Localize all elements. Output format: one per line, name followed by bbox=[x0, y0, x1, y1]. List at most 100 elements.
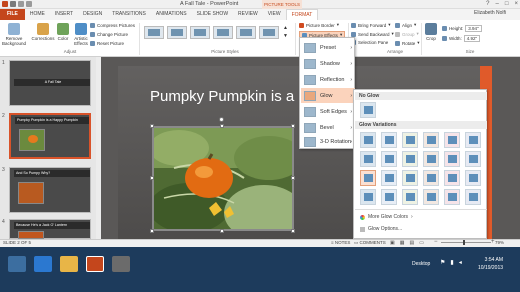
picture-border-button[interactable]: Picture Border ▾ bbox=[299, 22, 339, 28]
menu-item-reflection[interactable]: Reflection › bbox=[301, 72, 355, 87]
corrections-button[interactable]: Corrections bbox=[31, 23, 55, 41]
glow-options[interactable]: Glow Options... bbox=[360, 226, 402, 232]
send-backward-button[interactable]: Send Backward ▾ bbox=[351, 31, 394, 37]
slide-count[interactable]: SLIDE 2 OF 5 bbox=[3, 240, 31, 245]
tab-insert[interactable]: INSERT bbox=[50, 9, 78, 20]
resize-handle[interactable] bbox=[150, 229, 154, 233]
slide-title[interactable]: Pumpky Pumpkin is a Ha bbox=[150, 88, 318, 105]
slide-thumbnail-2[interactable]: Pumpky Pumpkin is a Happy Pumpkin bbox=[9, 113, 91, 159]
glow-variation-option[interactable] bbox=[423, 189, 439, 205]
selected-picture[interactable] bbox=[152, 126, 294, 231]
tab-home[interactable]: HOME bbox=[25, 9, 50, 20]
align-button[interactable]: Align ▾ bbox=[395, 22, 416, 28]
glow-variation-option[interactable] bbox=[402, 151, 418, 167]
glow-variation-option[interactable] bbox=[423, 132, 439, 148]
zoom-in-icon[interactable]: + bbox=[491, 239, 495, 245]
picture-style-option[interactable] bbox=[167, 26, 187, 39]
group-button[interactable]: Group ▾ bbox=[395, 31, 419, 37]
artistic-effects-button[interactable]: Artistic Effects bbox=[72, 23, 90, 46]
glow-variation-option[interactable] bbox=[360, 151, 376, 167]
width-input[interactable]: 4.92" bbox=[463, 35, 481, 42]
glow-variation-option[interactable] bbox=[465, 170, 481, 186]
start-icon[interactable] bbox=[8, 256, 26, 272]
save-icon[interactable] bbox=[10, 1, 16, 7]
glow-variation-option[interactable] bbox=[423, 170, 439, 186]
powerpoint-taskbar-icon[interactable] bbox=[86, 256, 104, 272]
menu-item-soft-edges[interactable]: Soft Edges › bbox=[301, 104, 355, 119]
help-icon[interactable]: ? bbox=[486, 0, 489, 9]
no-glow-option[interactable] bbox=[360, 102, 376, 118]
compress-pictures-button[interactable]: Compress Pictures bbox=[90, 23, 135, 28]
glow-variation-option[interactable] bbox=[465, 151, 481, 167]
tab-file[interactable]: FILE bbox=[0, 9, 25, 20]
file-explorer-icon[interactable] bbox=[60, 256, 78, 272]
glow-variation-option[interactable] bbox=[423, 151, 439, 167]
tab-design[interactable]: DESIGN bbox=[78, 9, 107, 20]
desktop-toolbar[interactable]: Desktop bbox=[412, 261, 430, 267]
reset-picture-button[interactable]: Reset Picture bbox=[90, 41, 124, 46]
tab-format[interactable]: FORMAT bbox=[285, 8, 319, 21]
close-icon[interactable]: × bbox=[514, 0, 518, 9]
picture-style-option[interactable] bbox=[190, 26, 210, 39]
maximize-icon[interactable]: □ bbox=[505, 0, 509, 9]
menu-item-shadow[interactable]: Shadow › bbox=[301, 56, 355, 71]
zoom-slider-thumb[interactable] bbox=[463, 240, 465, 245]
resize-handle[interactable] bbox=[291, 176, 295, 180]
rotate-button[interactable]: Rotate ▾ bbox=[395, 40, 420, 46]
camtasia-icon[interactable] bbox=[112, 256, 130, 272]
slide-thumbnail-4[interactable]: Because He's a Jack O' Lantern bbox=[9, 219, 91, 239]
network-icon[interactable]: ▮ bbox=[450, 259, 453, 266]
clock[interactable]: 3:54 AM 10/19/2013 bbox=[478, 256, 503, 272]
glow-variation-option[interactable] bbox=[360, 189, 376, 205]
glow-variation-option[interactable] bbox=[444, 170, 460, 186]
resize-handle[interactable] bbox=[291, 229, 295, 233]
glow-variation-option[interactable] bbox=[381, 189, 397, 205]
resize-handle[interactable] bbox=[291, 124, 295, 128]
picture-style-option[interactable] bbox=[144, 26, 164, 39]
picture-style-option[interactable] bbox=[213, 26, 233, 39]
height-input[interactable]: 3.94" bbox=[465, 25, 482, 32]
rotate-handle[interactable] bbox=[219, 117, 224, 122]
glow-variation-option[interactable] bbox=[444, 189, 460, 205]
glow-variation-option[interactable] bbox=[402, 132, 418, 148]
resize-handle[interactable] bbox=[220, 124, 224, 128]
zoom-out-icon[interactable]: − bbox=[434, 239, 438, 245]
tab-view[interactable]: VIEW bbox=[263, 9, 286, 20]
glow-variation-option[interactable] bbox=[381, 132, 397, 148]
normal-view-icon[interactable]: ▣ bbox=[390, 240, 395, 246]
styles-scroll-up[interactable]: ▲ bbox=[283, 25, 288, 31]
zoom-slider[interactable] bbox=[441, 242, 491, 243]
glow-variation-option[interactable] bbox=[381, 170, 397, 186]
tab-review[interactable]: REVIEW bbox=[233, 9, 263, 20]
resize-handle[interactable] bbox=[150, 124, 154, 128]
glow-variation-option[interactable] bbox=[465, 132, 481, 148]
menu-item-bevel[interactable]: Bevel › bbox=[301, 120, 355, 135]
remove-background-button[interactable]: Remove Background bbox=[2, 23, 26, 46]
glow-variation-option[interactable] bbox=[465, 189, 481, 205]
redo-icon[interactable] bbox=[26, 1, 32, 7]
picture-style-option[interactable] bbox=[259, 26, 279, 39]
slide-thumbnail-3[interactable]: And So Pumpy Why? bbox=[9, 167, 91, 213]
undo-icon[interactable] bbox=[18, 1, 24, 7]
glow-variation-option[interactable] bbox=[360, 132, 376, 148]
menu-item-preset[interactable]: Preset › bbox=[301, 40, 355, 55]
internet-explorer-icon[interactable] bbox=[34, 256, 52, 272]
tab-slide-show[interactable]: SLIDE SHOW bbox=[192, 9, 233, 20]
bring-forward-button[interactable]: Bring Forward ▾ bbox=[351, 22, 391, 28]
slide-thumbnail-1[interactable]: A Fall Tale bbox=[9, 60, 91, 106]
menu-item-glow[interactable]: Glow › bbox=[301, 88, 355, 103]
user-name[interactable]: Elizabeth Nolfi bbox=[474, 10, 506, 16]
reading-view-icon[interactable]: ▤ bbox=[409, 240, 414, 246]
zoom-level[interactable]: 79% bbox=[495, 240, 504, 245]
crop-button[interactable]: Crop bbox=[424, 23, 438, 41]
resize-handle[interactable] bbox=[150, 176, 154, 180]
more-glow-colors[interactable]: More Glow Colors › bbox=[360, 214, 413, 220]
selection-pane-button[interactable]: Selection Pane bbox=[351, 40, 388, 45]
glow-variation-option[interactable] bbox=[381, 151, 397, 167]
change-picture-button[interactable]: Change Picture bbox=[90, 32, 128, 37]
glow-variation-option[interactable] bbox=[360, 170, 376, 186]
tab-animations[interactable]: ANIMATIONS bbox=[151, 9, 192, 20]
color-button[interactable]: Color bbox=[55, 23, 71, 41]
notes-button[interactable]: ≡ NOTES bbox=[331, 240, 350, 245]
menu-item-3d-rotation[interactable]: 3-D Rotation › bbox=[301, 136, 355, 148]
